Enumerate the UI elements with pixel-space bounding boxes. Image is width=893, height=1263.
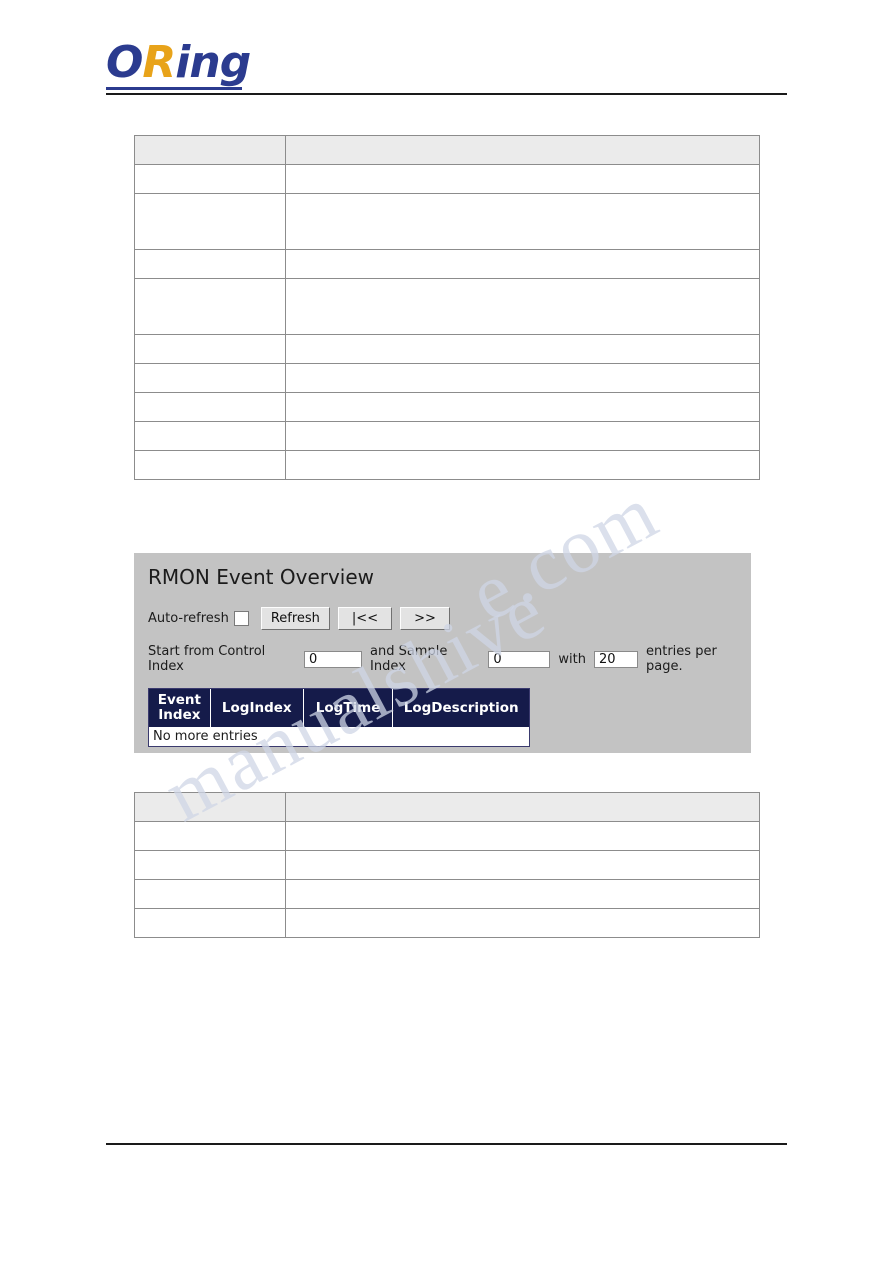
table-row xyxy=(134,908,760,938)
table-cell-description xyxy=(285,334,760,364)
table-cell-label xyxy=(134,450,286,480)
header-rule xyxy=(106,93,787,95)
table-cell-description xyxy=(285,363,760,393)
table-row xyxy=(134,850,760,880)
entries-per-page-input[interactable] xyxy=(594,650,638,668)
oring-logo: ORing xyxy=(106,38,787,98)
table-cell-label xyxy=(134,278,286,335)
logo-text: ORing xyxy=(106,38,787,88)
table-cell-label xyxy=(134,792,286,822)
table-cell-label xyxy=(134,249,286,279)
first-page-button[interactable]: |<< xyxy=(337,607,393,630)
and-sample-index-label: and Sample Index xyxy=(370,644,448,674)
logo-accent-rule xyxy=(106,87,242,90)
description-table-top-body xyxy=(134,135,760,480)
column-header-log-index[interactable]: LogIndex xyxy=(211,689,304,727)
table-cell-description xyxy=(285,879,760,909)
table-cell-description xyxy=(285,821,760,851)
table-row xyxy=(134,392,760,422)
logo-text-ing: ing xyxy=(175,37,251,88)
table-row xyxy=(134,135,760,165)
entries-per-page-suffix-label: entries per page. xyxy=(646,644,717,674)
table-cell-label xyxy=(134,164,286,194)
start-from-control-index-label: Start from Control Index xyxy=(148,644,266,674)
table-cell-label xyxy=(134,363,286,393)
table-row xyxy=(134,278,760,335)
table-row xyxy=(134,450,760,480)
table-cell-description xyxy=(285,135,760,165)
table-row xyxy=(134,421,760,451)
table-cell-description xyxy=(285,278,760,335)
table-row xyxy=(134,821,760,851)
with-label: with xyxy=(558,651,586,667)
control-index-input[interactable] xyxy=(304,650,362,668)
table-cell-label xyxy=(134,135,286,165)
table-cell-label xyxy=(134,821,286,851)
footer-rule xyxy=(106,1143,787,1145)
table-cell-description xyxy=(285,450,760,480)
table-cell-label xyxy=(134,879,286,909)
panel-title: RMON Event Overview xyxy=(148,565,375,589)
table-cell-label xyxy=(134,193,286,250)
table-row xyxy=(134,363,760,393)
rmon-event-table: Event Index LogIndex LogTime LogDescript… xyxy=(148,688,530,747)
table-cell-description xyxy=(285,792,760,822)
auto-refresh-checkbox[interactable] xyxy=(233,611,249,626)
table-row xyxy=(134,792,760,822)
table-cell-description xyxy=(285,193,760,250)
table-cell-description xyxy=(285,392,760,422)
table-cell-description xyxy=(285,908,760,938)
table-cell-label xyxy=(134,334,286,364)
empty-state-row: No more entries xyxy=(149,727,529,746)
table-cell-description xyxy=(285,421,760,451)
auto-refresh-label: Auto-refresh xyxy=(148,611,229,626)
logo-text-o: O xyxy=(106,37,143,88)
table-cell-description xyxy=(285,164,760,194)
description-table-top xyxy=(134,135,760,480)
refresh-button[interactable]: Refresh xyxy=(260,607,330,630)
description-table-bottom xyxy=(134,792,760,938)
column-header-log-description[interactable]: LogDescription xyxy=(393,689,529,727)
next-page-button[interactable]: >> xyxy=(400,607,450,630)
paging-row: Start from Control Index and Sample Inde… xyxy=(134,644,751,674)
table-cell-description xyxy=(285,249,760,279)
table-row xyxy=(134,164,760,194)
page-header: ORing xyxy=(106,38,787,98)
toolbar-row: Auto-refresh Refresh |<< >> xyxy=(134,607,751,630)
table-row xyxy=(134,249,760,279)
table-cell-label xyxy=(134,392,286,422)
table-row xyxy=(134,879,760,909)
sample-index-input[interactable] xyxy=(488,650,551,668)
table-row xyxy=(134,334,760,364)
table-cell-label xyxy=(134,421,286,451)
table-cell-description xyxy=(285,850,760,880)
column-header-log-time[interactable]: LogTime xyxy=(304,689,394,727)
column-header-event-index[interactable]: Event Index xyxy=(149,689,211,727)
table-row xyxy=(134,193,760,250)
rmon-event-overview-panel: RMON Event Overview Auto-refresh Refresh… xyxy=(134,553,751,753)
table-cell-label xyxy=(134,850,286,880)
logo-text-r: R xyxy=(142,37,176,88)
rmon-event-table-header: Event Index LogIndex LogTime LogDescript… xyxy=(149,689,529,727)
description-table-bottom-body xyxy=(134,792,760,938)
table-cell-label xyxy=(134,908,286,938)
